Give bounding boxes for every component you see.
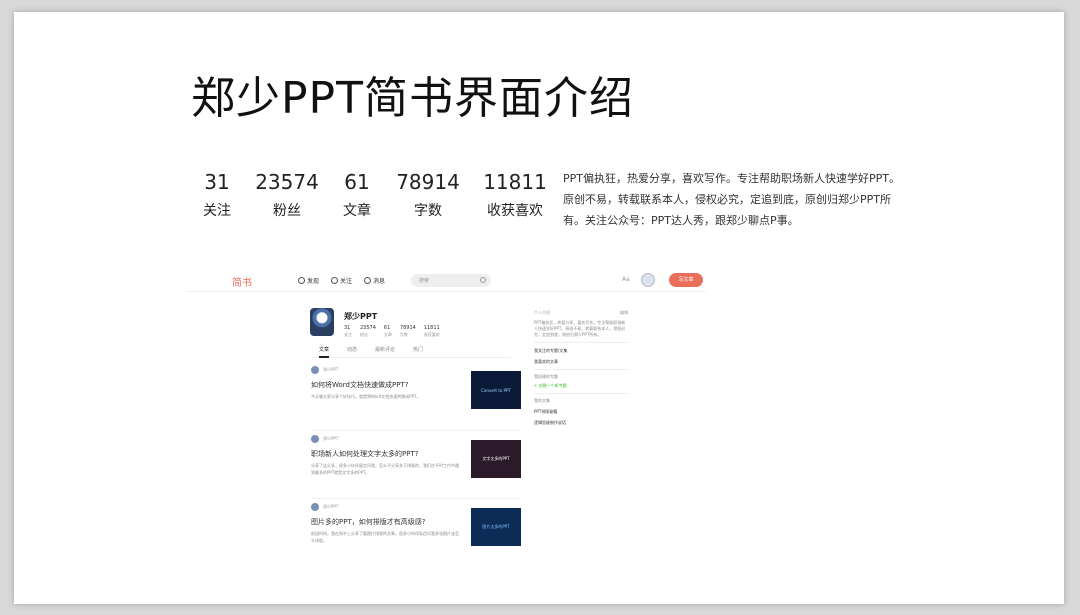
slide: 郑少PPT简书界面介绍 31 关注 23574 粉丝 61 文章 78914 字… [14, 12, 1064, 604]
stat-value: 11811 [483, 170, 547, 194]
profile-tabs: 文章 动态 最新评论 热门 [311, 346, 511, 358]
stat-label: 文章 [343, 203, 371, 219]
profile-avatar [310, 308, 334, 336]
search-input[interactable]: 搜索 [411, 274, 491, 287]
follow-icon [331, 277, 338, 284]
profile-name[interactable]: 郑少PPT [344, 311, 377, 322]
nav-discover[interactable]: 发现 [298, 276, 319, 285]
book-item[interactable]: PPT排版秘籍 [534, 409, 628, 415]
tab-activity[interactable]: 动态 [347, 346, 357, 357]
article-title[interactable]: 图片多的PPT，如何排版才有高级感? [311, 517, 461, 527]
stat-following: 31 关注 [184, 170, 250, 220]
article-thumbnail[interactable]: 文字太多的PPT [471, 440, 521, 478]
stat-likes: 11811 收获喜欢 [466, 170, 564, 220]
stat-value: 78914 [396, 170, 460, 194]
tab-latest-comments[interactable]: 最新评论 [375, 346, 395, 357]
stat-value: 23574 [255, 170, 319, 194]
stat-label: 关注 [203, 203, 231, 219]
stat-followers: 23574 粉丝 [250, 170, 324, 220]
slide-title: 郑少PPT简书界面介绍 [191, 73, 634, 124]
list-item[interactable]: 郑少PPT 如何将Word文档快速做成PPT? 今天聊大家分享个好技巧，就是将W… [311, 366, 521, 409]
stat-value: 31 [204, 170, 230, 194]
edit-link[interactable]: 编辑 [620, 310, 628, 316]
write-article-button[interactable]: 写文章 [669, 273, 703, 287]
sidebar: 个人介绍 编辑 PPT偏执狂，热爱分享，喜欢写作。专注帮助职场新人快速学好PPT。… [534, 310, 628, 426]
stats-row: 31 关注 23574 粉丝 61 文章 78914 字数 11811 收获喜欢 [184, 170, 564, 220]
sidebar-item-subscriptions[interactable]: 我关注的专题/文集 [534, 348, 628, 354]
article-thumbnail[interactable]: 图片太多的PPT [471, 508, 521, 546]
book-item[interactable]: 逻辑思维制作说话 [534, 420, 628, 426]
bio-text: PPT偏执狂，热爱分享，喜欢写作。专注帮助职场新人快速学好PPT。原创不易，转载… [563, 172, 900, 227]
jianshu-logo[interactable]: 简书 [232, 274, 252, 289]
bell-icon [364, 277, 371, 284]
article-title[interactable]: 如何将Word文档快速做成PPT? [311, 380, 461, 390]
new-collection-link[interactable]: + 创建一个新专题 [534, 383, 628, 389]
sidebar-item-liked[interactable]: 我喜欢的文章 [534, 359, 628, 365]
compass-icon [298, 277, 305, 284]
list-item[interactable]: 郑少PPT 图片多的PPT，如何排版才有高级感? 前段时间，我在知乎上分享了篇图… [311, 503, 521, 546]
top-nav: 简书 发现 关注 消息 搜索 Aa 写文章 [186, 270, 706, 292]
profile-stats: 31 关注 23574 粉丝 61 文章 78914 字数 11811 收获喜欢 [344, 325, 440, 337]
stat-label: 字数 [414, 203, 442, 219]
jianshu-screenshot: 简书 发现 关注 消息 搜索 Aa 写文章 郑少PPT 31 关注 23574 粉丝… [186, 270, 706, 560]
stat-articles: 61 文章 [324, 170, 390, 220]
article-title[interactable]: 职场新人如何处理文字太多的PPT? [311, 449, 461, 459]
article-thumbnail[interactable]: Convert to PPT [471, 371, 521, 409]
tab-popular[interactable]: 热门 [413, 346, 423, 357]
stat-label: 收获喜欢 [487, 203, 543, 219]
list-item[interactable]: 郑少PPT 职场新人如何处理文字太多的PPT? 分享了这么多，很多小伙伴留言问我… [311, 435, 521, 478]
font-size-toggle[interactable]: Aa [622, 276, 630, 283]
avatar[interactable] [641, 273, 655, 287]
nav-message[interactable]: 消息 [364, 276, 385, 285]
stat-value: 61 [344, 170, 370, 194]
stat-words: 78914 字数 [390, 170, 466, 220]
search-icon[interactable] [480, 277, 486, 283]
nav-follow[interactable]: 关注 [331, 276, 352, 285]
tab-articles[interactable]: 文章 [319, 346, 330, 358]
stat-label: 粉丝 [273, 203, 301, 219]
